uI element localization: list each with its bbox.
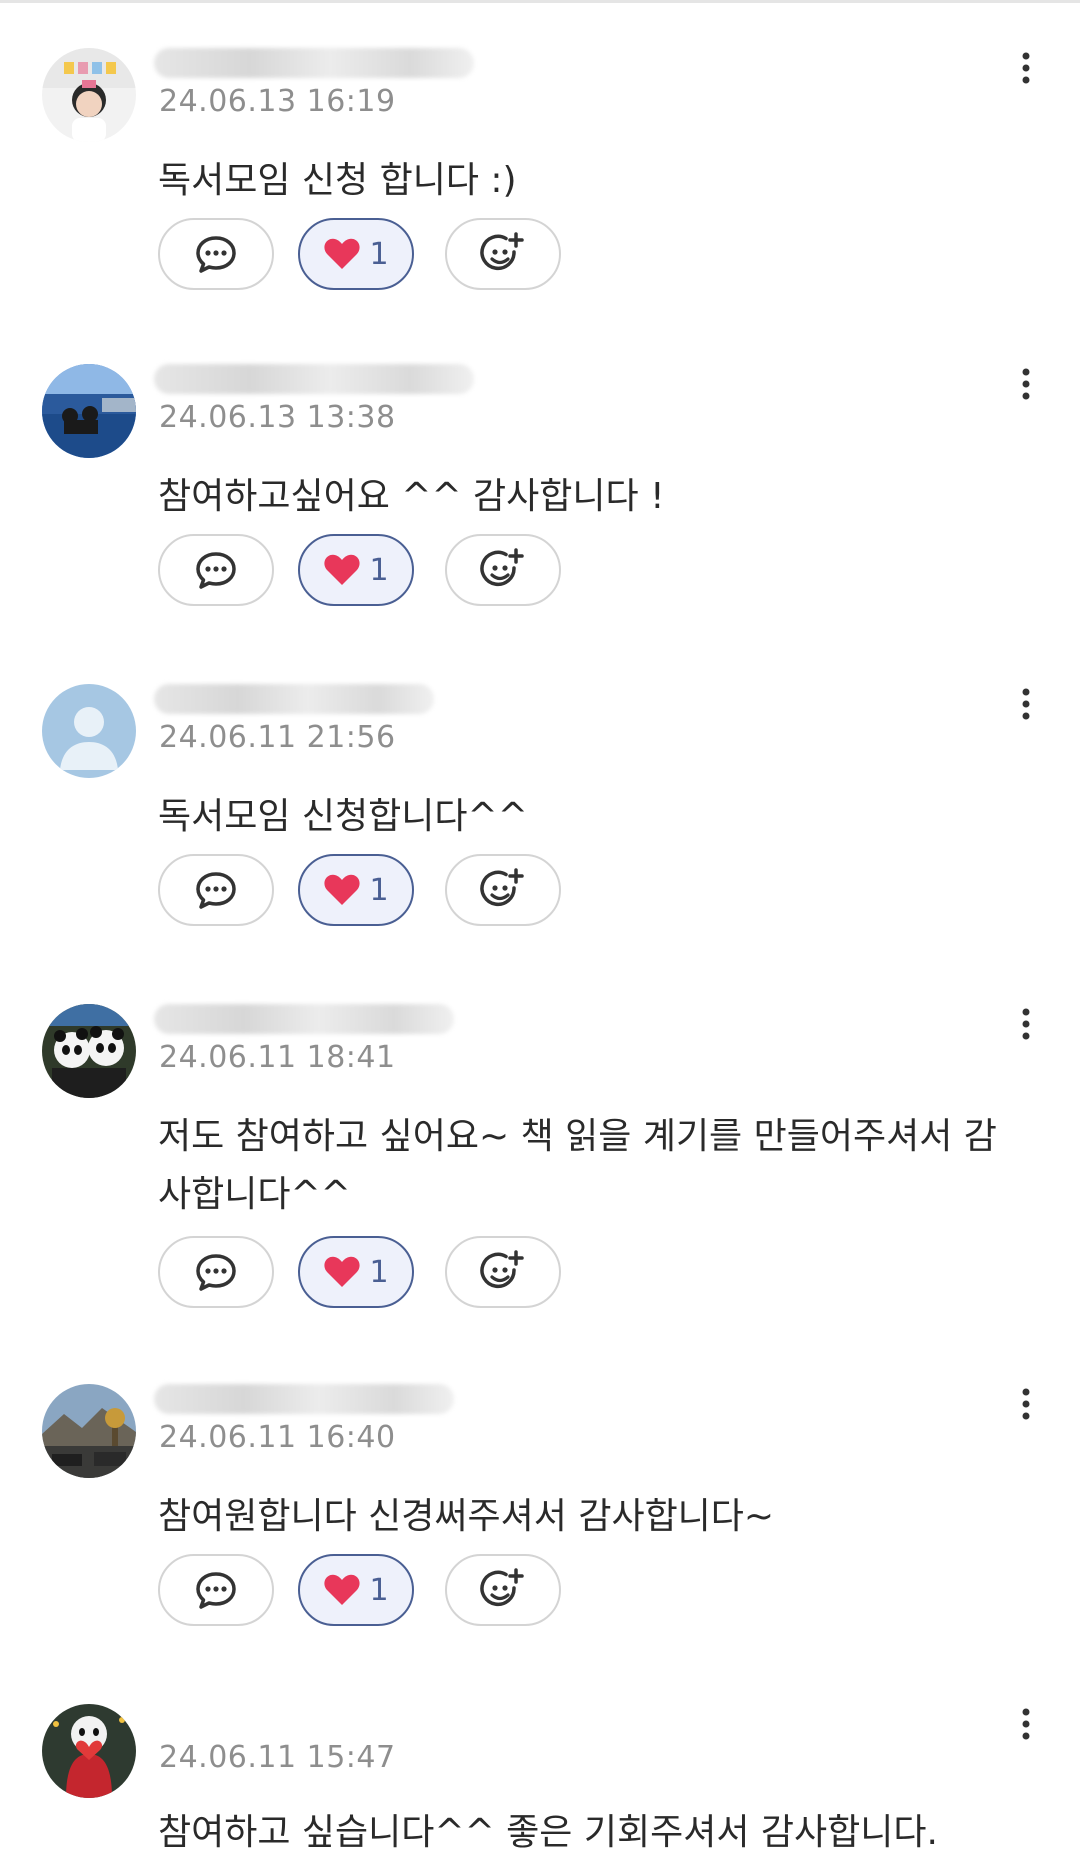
profile-photo-girl-icon [42, 48, 136, 142]
chat-bubble-icon [196, 236, 236, 273]
more-options-icon[interactable] [1014, 364, 1038, 408]
author-name-redacted [154, 48, 474, 78]
profile-photo-pool-icon [42, 364, 136, 458]
avatar[interactable] [42, 1004, 136, 1098]
like-button[interactable]: 1 [298, 218, 414, 290]
comment-date: 24.06.13 16:19 [159, 84, 396, 119]
chat-bubble-icon [196, 1572, 236, 1609]
comment-text: 독서모임 신청 합니다 :) [158, 160, 517, 201]
avatar[interactable] [42, 684, 136, 778]
heart-icon [324, 238, 361, 269]
author-name-redacted [154, 364, 474, 394]
top-divider [0, 0, 1080, 3]
add-reaction-button[interactable] [445, 218, 561, 290]
avatar[interactable] [42, 364, 136, 458]
add-reaction-button[interactable] [445, 534, 561, 606]
avatar[interactable] [42, 1384, 136, 1478]
add-reaction-button[interactable] [445, 1236, 561, 1308]
chat-bubble-icon [196, 1254, 236, 1291]
more-options-icon[interactable] [1014, 684, 1038, 728]
reply-button[interactable] [158, 534, 274, 606]
like-button[interactable]: 1 [298, 1236, 414, 1308]
add-reaction-button[interactable] [445, 1554, 561, 1626]
reply-button[interactable] [158, 854, 274, 926]
comment-date: 24.06.13 13:38 [159, 400, 396, 435]
chat-bubble-icon [196, 872, 236, 909]
more-options-icon[interactable] [1014, 1704, 1038, 1748]
comment-text: 참여원합니다 신경써주셔서 감사합니다~ [158, 1496, 775, 1537]
profile-photo-landscape-icon [42, 1384, 136, 1478]
like-count: 1 [369, 1572, 389, 1608]
like-button[interactable]: 1 [298, 1554, 414, 1626]
like-count: 1 [369, 236, 389, 272]
add-emoji-icon [480, 548, 524, 587]
reply-button[interactable] [158, 1554, 274, 1626]
heart-icon [324, 1256, 361, 1287]
like-count: 1 [369, 1254, 389, 1290]
profile-photo-love-doll-icon [42, 1704, 136, 1798]
heart-icon [324, 554, 361, 585]
comment-date: 24.06.11 15:47 [159, 1740, 396, 1775]
comment-text: 독서모임 신청합니다^^ [158, 796, 528, 837]
like-button[interactable]: 1 [298, 534, 414, 606]
chat-bubble-icon [196, 552, 236, 589]
like-count: 1 [369, 872, 389, 908]
author-name-redacted [154, 684, 434, 714]
like-count: 1 [369, 552, 389, 588]
avatar[interactable] [42, 48, 136, 142]
comment-text: 저도 참여하고 싶어요~ 책 읽을 계기를 만들어주셔서 감사합니다^^ [158, 1116, 997, 1215]
add-emoji-icon [480, 1568, 524, 1607]
heart-icon [324, 1574, 361, 1605]
more-options-icon[interactable] [1014, 1004, 1038, 1048]
comment-text: 참여하고 싶습니다^^ 좋은 기회주셔서 감사합니다. [158, 1812, 938, 1853]
profile-photo-pandas-icon [42, 1004, 136, 1098]
heart-icon [324, 874, 361, 905]
comment-date: 24.06.11 18:41 [159, 1040, 396, 1075]
comment-date: 24.06.11 21:56 [159, 720, 396, 755]
reply-button[interactable] [158, 1236, 274, 1308]
author-name-redacted [154, 1384, 454, 1414]
add-emoji-icon [480, 1250, 524, 1289]
avatar[interactable] [42, 1704, 136, 1798]
add-emoji-icon [480, 232, 524, 271]
more-options-icon[interactable] [1014, 48, 1038, 92]
reply-button[interactable] [158, 218, 274, 290]
comment-text: 참여하고싶어요 ^^ 감사합니다 ! [158, 476, 665, 517]
author-name-redacted [154, 1004, 454, 1034]
default-avatar-icon [42, 684, 136, 778]
like-button[interactable]: 1 [298, 854, 414, 926]
comment-date: 24.06.11 16:40 [159, 1420, 396, 1455]
add-reaction-button[interactable] [445, 854, 561, 926]
add-emoji-icon [480, 868, 524, 907]
more-options-icon[interactable] [1014, 1384, 1038, 1428]
